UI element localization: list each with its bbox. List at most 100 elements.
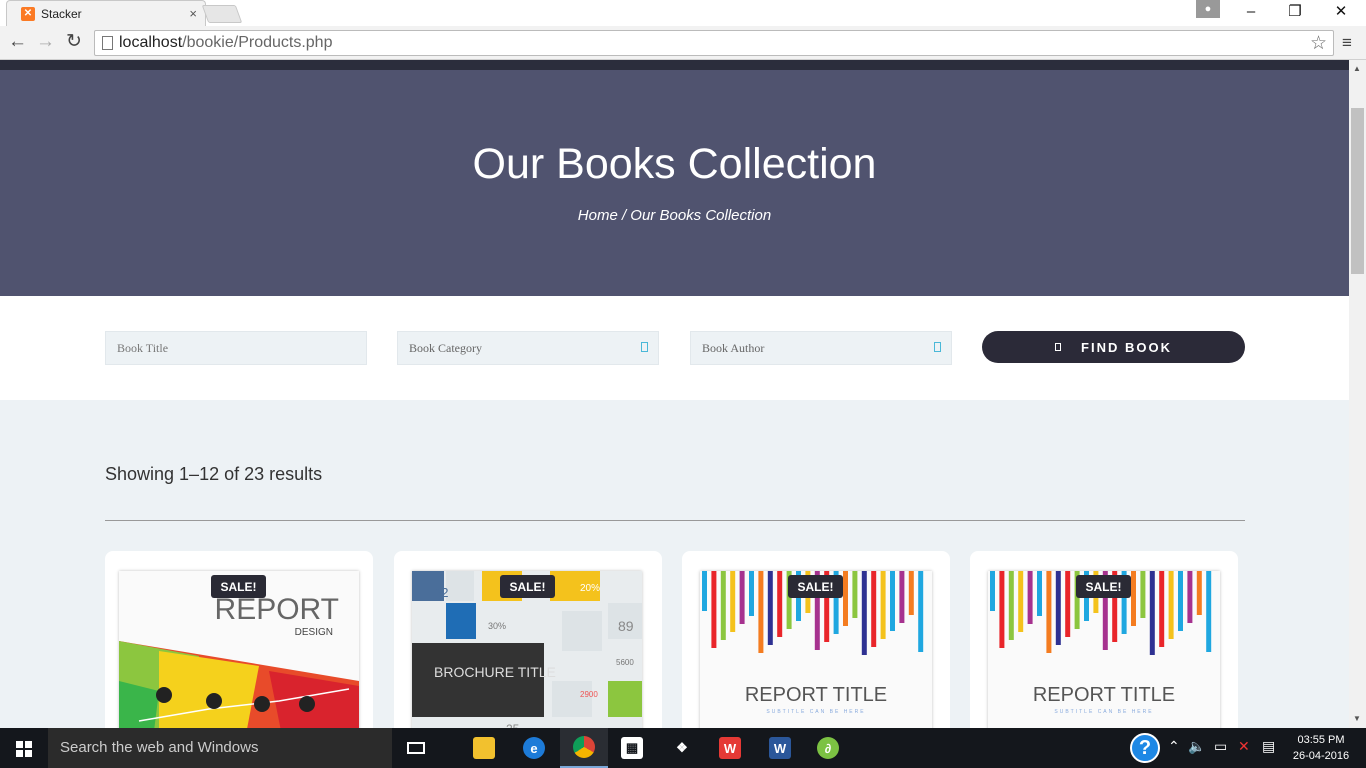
notifications-icon[interactable]: ▤ (1262, 738, 1275, 755)
edge-browser-icon[interactable]: e (510, 728, 558, 768)
back-arrow-icon[interactable]: ← (8, 32, 27, 52)
color-stripe (990, 571, 995, 611)
book-title-input[interactable] (117, 333, 357, 364)
color-stripe (1046, 571, 1052, 653)
url-path: /bookie/Products.php (182, 34, 333, 51)
browser-tab[interactable]: ✕ Stacker × (6, 0, 206, 26)
system-clock[interactable]: 03:55 PM 26-04-2016 (1288, 732, 1354, 764)
color-stripe (871, 571, 877, 647)
product-card[interactable]: REPORT TITLE SUBTITLE CAN BE HERE SALE! (970, 551, 1238, 728)
taskbar-search-box[interactable]: Search the web and Windows (48, 728, 392, 768)
minimize-button[interactable]: – (1236, 2, 1266, 22)
address-toolbar: ← → ↻ localhost/bookie/Products.php ☆ ≡ (0, 26, 1366, 60)
results-count: Showing 1–12 of 23 results (105, 464, 323, 484)
cover-stat: 30% (488, 621, 506, 631)
scroll-up-icon[interactable]: ▲ (1353, 64, 1361, 73)
cover-title: BROCHURE TITLE (434, 664, 556, 680)
cover-stat: 2900 (580, 690, 598, 699)
url-host: localhost (119, 34, 183, 51)
file-explorer-icon[interactable] (460, 728, 508, 768)
color-stripe (899, 571, 905, 623)
tab-close-icon[interactable]: × (189, 6, 197, 21)
color-stripe (1140, 571, 1146, 618)
url-input[interactable]: localhost/bookie/Products.php ☆ (94, 30, 1334, 56)
product-card[interactable]: 32 20% 30% 89 5600 2900 25 BROCHURE TITL… (394, 551, 662, 728)
sale-badge: SALE! (788, 575, 843, 598)
network-icon[interactable]: ✕ (1238, 738, 1250, 755)
find-book-button[interactable]: FIND BOOK (982, 331, 1245, 363)
browser-tabstrip: ✕ Stacker × ● – ❐ ✕ (0, 0, 1366, 26)
color-stripe (1027, 571, 1033, 624)
user-profile-icon[interactable]: ● (1196, 0, 1220, 18)
color-stripe (739, 571, 745, 624)
volume-icon[interactable]: 🔈 (1188, 738, 1205, 755)
browser-menu-icon[interactable]: ≡ (1342, 33, 1352, 53)
color-stripe (999, 571, 1005, 648)
find-book-label: FIND BOOK (1081, 339, 1172, 355)
word-icon[interactable]: W (756, 728, 804, 768)
product-card[interactable]: REPORT TITLE SUBTITLE CAN BE HERE SALE! (682, 551, 950, 728)
color-stripe (1037, 571, 1042, 616)
clock-time: 03:55 PM (1297, 734, 1345, 746)
color-stripe (1206, 571, 1212, 652)
xampp-favicon-icon: ✕ (21, 6, 35, 21)
color-stripe (758, 571, 764, 653)
cover-stat: 20% (580, 583, 600, 594)
cover-title: REPORT TITLE (745, 684, 887, 706)
tab-title: Stacker (41, 6, 82, 21)
page-icon (102, 36, 113, 50)
scroll-down-icon[interactable]: ▼ (1353, 714, 1361, 723)
cover-stat: 89 (618, 618, 634, 634)
color-stripe (1159, 571, 1165, 647)
color-stripe (720, 571, 726, 640)
color-stripe (702, 571, 707, 611)
wps-office-icon[interactable]: W (706, 728, 754, 768)
book-author-label: Book Author (702, 341, 765, 355)
color-stripe (767, 571, 773, 645)
color-stripe (730, 571, 736, 632)
page-title: Our Books Collection (472, 140, 877, 188)
close-window-button[interactable]: ✕ (1326, 2, 1356, 22)
task-view-icon[interactable] (392, 728, 440, 768)
color-stripe (1187, 571, 1193, 623)
cover-stat: 5600 (616, 658, 634, 667)
color-stripe (1149, 571, 1155, 655)
clock-date: 26-04-2016 (1292, 750, 1350, 762)
color-stripe (852, 571, 858, 618)
color-stripe (880, 571, 886, 639)
color-stripe (908, 571, 914, 615)
book-category-label: Book Category (409, 341, 482, 355)
reload-icon[interactable]: ↻ (66, 32, 82, 52)
search-icon (1055, 343, 1062, 351)
dropdown-icon (641, 342, 648, 352)
divider (105, 520, 1245, 521)
battery-icon[interactable]: ▭ (1214, 738, 1227, 755)
windows-taskbar: Search the web and Windows e ▦ ❖ W W ∂ ?… (0, 728, 1366, 768)
book-category-select[interactable]: Book Category (397, 331, 659, 365)
app-icon[interactable]: ∂ (804, 728, 852, 768)
breadcrumb[interactable]: Home / Our Books Collection (0, 207, 1349, 224)
cover-subtitle: SUBTITLE CAN BE HERE (766, 709, 865, 715)
new-tab-button[interactable] (201, 5, 243, 23)
scroll-thumb[interactable] (1351, 108, 1364, 274)
help-icon[interactable]: ? (1130, 733, 1160, 763)
page-scrollbar[interactable]: ▲ ▼ (1349, 60, 1366, 728)
product-card[interactable]: REPORT DESIGN SALE! (105, 551, 373, 728)
dropbox-icon[interactable]: ❖ (658, 728, 706, 768)
bookmark-star-icon[interactable]: ☆ (1310, 32, 1327, 55)
book-title-field[interactable] (105, 331, 367, 365)
tray-expand-icon[interactable]: ⌃ (1168, 738, 1180, 755)
book-author-select[interactable]: Book Author (690, 331, 952, 365)
cover-stat: 32 (434, 585, 448, 600)
restore-button[interactable]: ❐ (1280, 2, 1310, 22)
store-icon[interactable]: ▦ (608, 728, 656, 768)
windows-start-icon[interactable] (16, 741, 32, 757)
dropdown-icon (934, 342, 941, 352)
header-strip (0, 60, 1349, 70)
forward-arrow-icon[interactable]: → (36, 32, 55, 52)
chrome-browser-icon[interactable] (560, 728, 608, 768)
color-stripe (861, 571, 867, 655)
color-stripe (749, 571, 754, 616)
color-stripe (1018, 571, 1024, 632)
color-stripe (777, 571, 783, 637)
